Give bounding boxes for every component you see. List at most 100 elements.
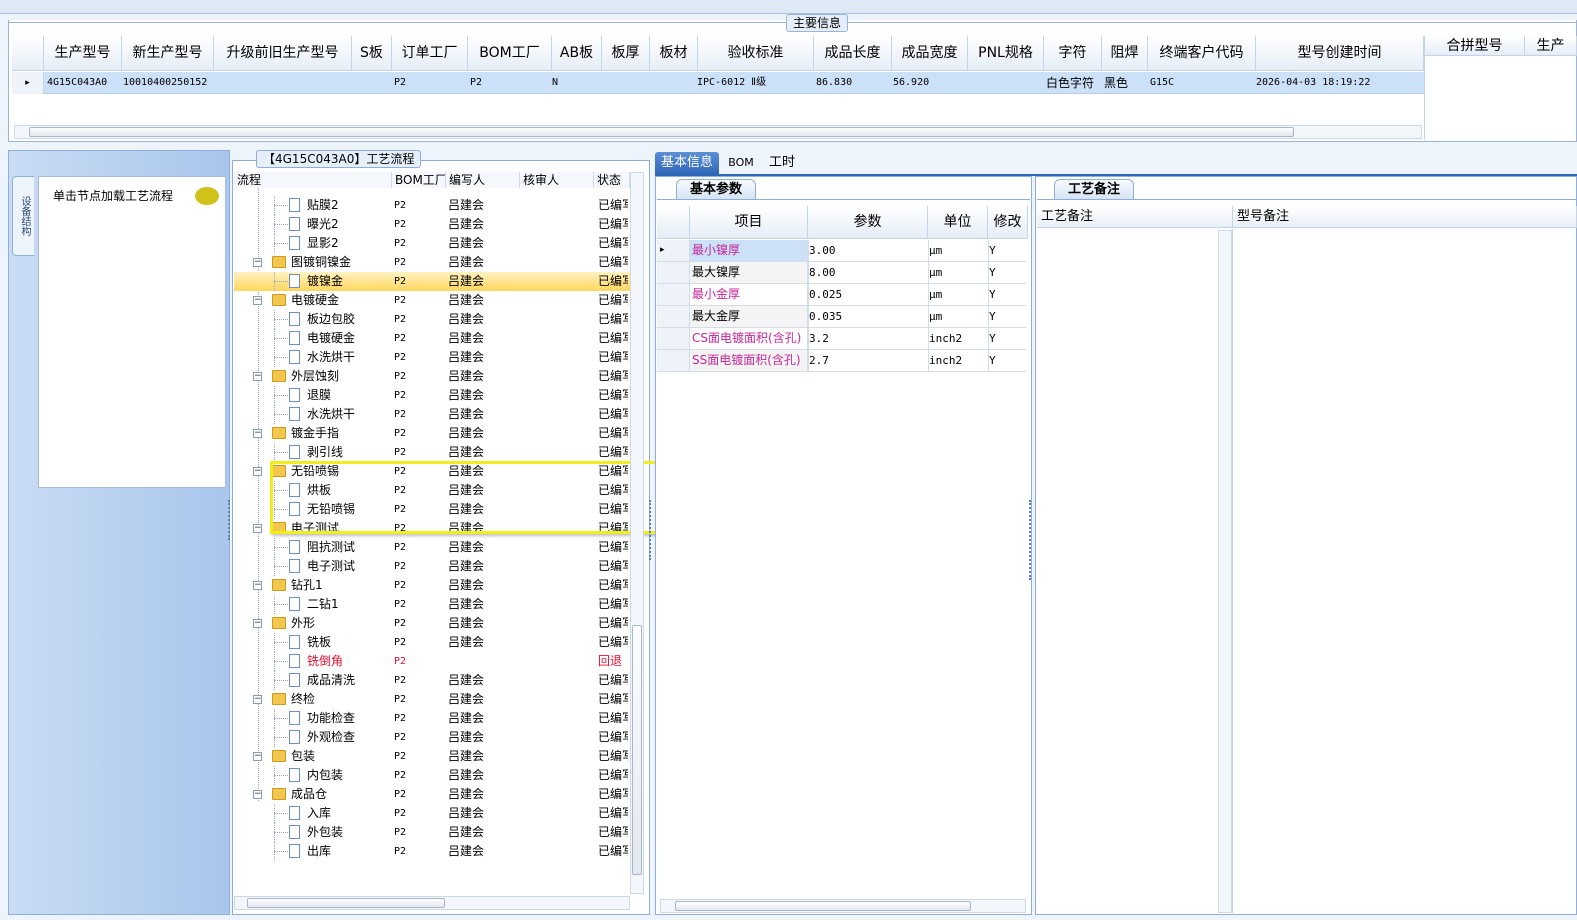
column-header[interactable]: 订单工厂 (392, 36, 468, 71)
tree-row[interactable]: 水洗烘干 P2 吕建会 已编写 (234, 405, 630, 424)
tree-row[interactable]: 内包装 P2 吕建会 已编写 (234, 766, 630, 785)
scroll-thumb[interactable] (247, 898, 445, 908)
tree-row[interactable]: 剥引线 P2 吕建会 已编写 (234, 443, 630, 462)
tree-column-header[interactable]: 核审人 (520, 172, 594, 188)
tree-row[interactable]: − 电镀硬金 P2 吕建会 已编写 (234, 291, 630, 310)
column-header[interactable]: 合拼型号 (1425, 36, 1525, 56)
param-row[interactable]: CS面电镀面积(含孔) 3.2 inch2 Y (657, 328, 1026, 350)
collapse-icon[interactable]: − (253, 619, 262, 628)
column-header[interactable]: AB板 (552, 36, 602, 71)
tab-basic-params[interactable]: 基本参数 (676, 179, 756, 199)
tree-row[interactable]: − 成品仓 P2 吕建会 已编写 (234, 785, 630, 804)
remark-vscrollbar[interactable] (1218, 230, 1232, 913)
cell-new-model[interactable]: 10010400250152 (123, 74, 207, 92)
column-header[interactable]: 型号创建时间 (1256, 36, 1424, 71)
tree-row[interactable]: − 终检 P2 吕建会 已编写 (234, 690, 630, 709)
tree-row[interactable]: 外包装 P2 吕建会 已编写 (234, 823, 630, 842)
column-header[interactable]: BOM工厂 (468, 36, 552, 71)
tree-row[interactable]: 电子测试 P2 吕建会 已编写 (234, 557, 630, 576)
param-row[interactable]: 最大金厚 0.035 μm Y (657, 306, 1026, 328)
param-row[interactable]: ▸ 最小镍厚 3.00 μm Y (657, 240, 1026, 262)
param-column-header[interactable]: 修改 (988, 206, 1028, 239)
collapse-icon[interactable]: − (253, 524, 262, 533)
tab-bom[interactable]: BOM (724, 152, 758, 174)
scroll-thumb[interactable] (29, 127, 1294, 137)
collapse-icon[interactable]: − (253, 790, 262, 799)
param-row[interactable]: 最小金厚 0.025 μm Y (657, 284, 1026, 306)
cell-order-factory[interactable]: P2 (394, 74, 406, 92)
tree-row[interactable]: 水洗烘干 P2 吕建会 已编写 (234, 348, 630, 367)
tab-process-remarks[interactable]: 工艺备注 (1054, 179, 1134, 199)
collapse-icon[interactable]: − (253, 581, 262, 590)
cell-ab[interactable]: N (552, 74, 558, 92)
collapse-icon[interactable]: − (253, 258, 262, 267)
param-row[interactable]: 最大镍厚 8.00 μm Y (657, 262, 1026, 284)
tree-row[interactable]: 铣板 P2 吕建会 已编写 (234, 633, 630, 652)
column-header[interactable]: 终端客户代码 (1148, 36, 1256, 71)
cell-length[interactable]: 86.830 (816, 74, 852, 92)
column-header[interactable]: 字符 (1044, 36, 1102, 71)
tree-row[interactable]: 阻抗测试 P2 吕建会 已编写 (234, 538, 630, 557)
tree-row[interactable]: − 钻孔1 P2 吕建会 已编写 (234, 576, 630, 595)
splitter-grip[interactable] (1029, 500, 1033, 580)
collapse-icon[interactable]: − (253, 429, 262, 438)
column-header[interactable]: 生产型号 (44, 36, 122, 71)
param-column-header[interactable]: 单位 (928, 206, 988, 239)
column-header[interactable]: S板 (352, 36, 392, 71)
process-hscrollbar[interactable] (234, 896, 630, 910)
tree-row[interactable]: 出库 P2 吕建会 已编写 (234, 842, 630, 861)
splitter-grip[interactable] (649, 500, 653, 560)
tree-row[interactable]: 电镀硬金 P2 吕建会 已编写 (234, 329, 630, 348)
tree-row[interactable]: 功能检查 P2 吕建会 已编写 (234, 709, 630, 728)
tree-row[interactable]: 镀镍金 P2 吕建会 已编写 (234, 272, 630, 291)
tree-row[interactable]: 显影2 P2 吕建会 已编写 (234, 234, 630, 253)
main-hscrollbar[interactable] (14, 125, 1422, 139)
scroll-thumb[interactable] (675, 901, 971, 911)
tree-row[interactable]: 退膜 P2 吕建会 已编写 (234, 386, 630, 405)
tree-column-header[interactable]: 状态 (594, 172, 630, 188)
process-remark-field[interactable] (1037, 229, 1233, 913)
tree-row[interactable]: 入库 P2 吕建会 已编写 (234, 804, 630, 823)
cell-standard[interactable]: IPC-6012 Ⅱ级 (697, 74, 766, 92)
tree-row[interactable]: 二钻1 P2 吕建会 已编写 (234, 595, 630, 614)
tree-column-header[interactable]: BOM工厂 (392, 172, 446, 188)
param-row[interactable]: SS面电镀面积(含孔) 2.7 inch2 Y (657, 350, 1026, 372)
tree-column-header[interactable]: 流程 (234, 172, 392, 188)
tree-row[interactable]: 外观检查 P2 吕建会 已编写 (234, 728, 630, 747)
cell-created[interactable]: 2026-04-03 18:19:22 (1256, 74, 1370, 92)
collapse-icon[interactable]: − (253, 372, 262, 381)
tree-row[interactable]: 成品清洗 P2 吕建会 已编写 (234, 671, 630, 690)
tree-row[interactable]: − 镀金手指 P2 吕建会 已编写 (234, 424, 630, 443)
tree-row[interactable]: 板边包胶 P2 吕建会 已编写 (234, 310, 630, 329)
tree-row[interactable]: − 外层蚀刻 P2 吕建会 已编写 (234, 367, 630, 386)
vertical-tab[interactable]: 设备结构 (12, 176, 34, 256)
column-header[interactable]: 成品长度 (814, 36, 892, 71)
column-header[interactable]: 板厚 (602, 36, 650, 71)
collapse-icon[interactable]: − (253, 695, 262, 704)
param-column-header[interactable]: 项目 (690, 206, 808, 239)
cell-bom-factory[interactable]: P2 (470, 74, 482, 92)
tree-row[interactable]: 曝光2 P2 吕建会 已编写 (234, 215, 630, 234)
column-header[interactable]: PNL规格 (968, 36, 1044, 71)
collapse-icon[interactable]: − (253, 752, 262, 761)
params-hscrollbar[interactable] (660, 899, 1026, 913)
column-header[interactable]: 板材 (650, 36, 698, 71)
cell-width[interactable]: 56.920 (893, 74, 929, 92)
cell-customer[interactable]: G15C (1150, 74, 1174, 92)
tab-hours[interactable]: 工时 (762, 152, 802, 174)
cell-char[interactable]: 白色字符 (1046, 74, 1094, 92)
column-header[interactable]: 新生产型号 (122, 36, 214, 71)
column-header[interactable]: 阻焊 (1102, 36, 1148, 71)
tab-basic-info[interactable]: 基本信息 (655, 152, 719, 174)
tree-row[interactable]: − 图镀铜镍金 P2 吕建会 已编写 (234, 253, 630, 272)
column-header[interactable]: 升级前旧生产型号 (214, 36, 352, 71)
collapse-icon[interactable]: − (253, 296, 262, 305)
column-header[interactable]: 成品宽度 (892, 36, 968, 71)
collapse-icon[interactable]: − (253, 467, 262, 476)
scroll-thumb[interactable] (632, 625, 642, 875)
cell-prod-model[interactable]: 4G15C043A0 (47, 74, 107, 92)
cell-mask[interactable]: 黑色 (1104, 74, 1128, 92)
column-header[interactable]: 验收标准 (698, 36, 814, 71)
tree-column-header[interactable]: 编写人 (446, 172, 520, 188)
tree-row[interactable]: − 包装 P2 吕建会 已编写 (234, 747, 630, 766)
